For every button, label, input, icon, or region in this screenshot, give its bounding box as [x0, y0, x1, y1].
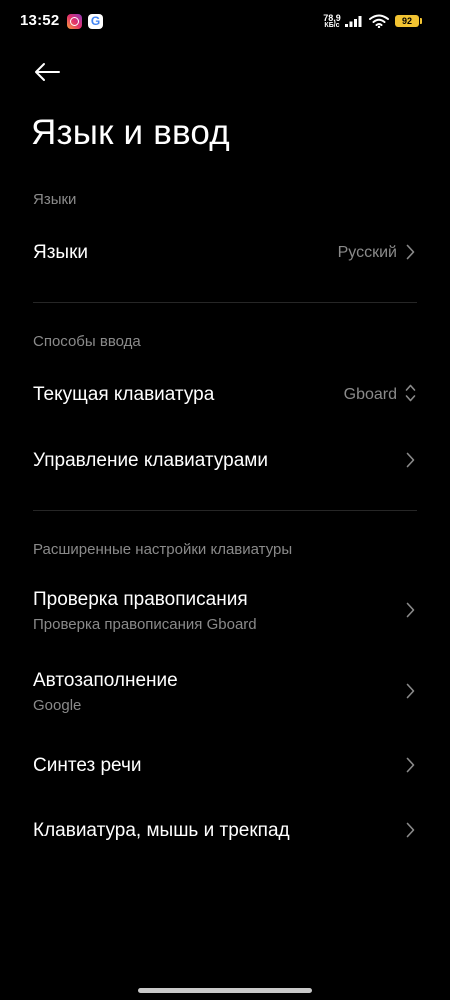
- page-title: Язык и ввод: [31, 113, 230, 152]
- row-value: Русский: [337, 244, 397, 261]
- row-title: Управление клавиатурами: [33, 450, 268, 471]
- chevron-right-icon: [403, 450, 417, 470]
- instagram-icon: [67, 14, 82, 29]
- settings-row-keyboard-mouse-trackpad[interactable]: Клавиатура, мышь и трекпад: [0, 800, 450, 860]
- signal-icon: [345, 16, 362, 27]
- network-speed-unit: КБ/с: [324, 22, 340, 29]
- divider: [33, 302, 417, 303]
- section-header-advanced: Расширенные настройки клавиатуры: [33, 541, 293, 558]
- chevron-right-icon: [403, 600, 417, 620]
- row-subtitle: Проверка правописания Gboard: [33, 616, 257, 633]
- section-header-languages: Языки: [33, 191, 77, 208]
- settings-row-speech-synthesis[interactable]: Синтез речи: [0, 735, 450, 795]
- settings-row-autofill[interactable]: Автозаполнение Google: [0, 661, 450, 723]
- status-time: 13:52: [20, 12, 60, 29]
- settings-row-current-keyboard[interactable]: Текущая клавиатура Gboard: [0, 364, 450, 424]
- row-title: Клавиатура, мышь и трекпад: [33, 820, 290, 841]
- back-arrow-icon: [35, 63, 60, 81]
- chevron-right-icon: [403, 242, 417, 262]
- chevron-right-icon: [403, 820, 417, 840]
- status-bar: 13:52 G 78,9 КБ/с 92: [0, 0, 450, 44]
- network-speed-value: 78,9: [323, 13, 341, 23]
- row-title: Текущая клавиатура: [33, 384, 215, 405]
- row-title: Синтез речи: [33, 755, 142, 776]
- section-header-input-methods: Способы ввода: [33, 333, 141, 350]
- chevron-right-icon: [403, 755, 417, 775]
- settings-row-languages[interactable]: Языки Русский: [0, 222, 450, 282]
- back-button[interactable]: [30, 56, 64, 88]
- row-title: Языки: [33, 242, 89, 263]
- settings-row-spell-check[interactable]: Проверка правописания Проверка правописа…: [0, 580, 450, 642]
- google-icon: G: [88, 14, 103, 29]
- row-title: Проверка правописания: [33, 589, 248, 610]
- network-speed: 78,9 КБ/с: [321, 14, 343, 30]
- home-indicator[interactable]: [138, 988, 312, 993]
- row-title: Автозаполнение: [33, 670, 178, 691]
- settings-row-manage-keyboards[interactable]: Управление клавиатурами: [0, 430, 450, 490]
- row-value: Gboard: [343, 386, 397, 403]
- row-subtitle: Google: [33, 697, 82, 714]
- battery-icon: 92: [395, 15, 422, 27]
- chevron-updown-icon: [403, 383, 417, 403]
- divider: [33, 510, 417, 511]
- chevron-right-icon: [403, 681, 417, 701]
- wifi-icon: [369, 14, 389, 28]
